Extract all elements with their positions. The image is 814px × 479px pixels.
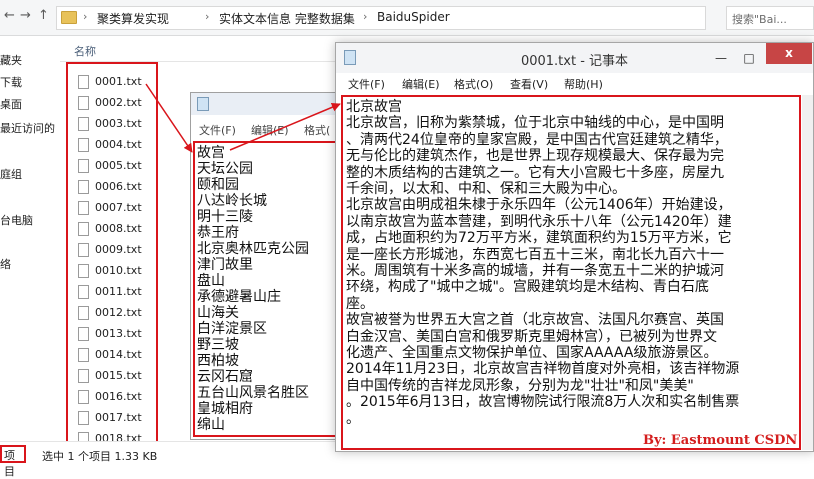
arrow-list-to-notepad <box>229 102 341 151</box>
arrow-file-to-list <box>145 83 193 153</box>
annotation-arrows <box>145 83 341 153</box>
